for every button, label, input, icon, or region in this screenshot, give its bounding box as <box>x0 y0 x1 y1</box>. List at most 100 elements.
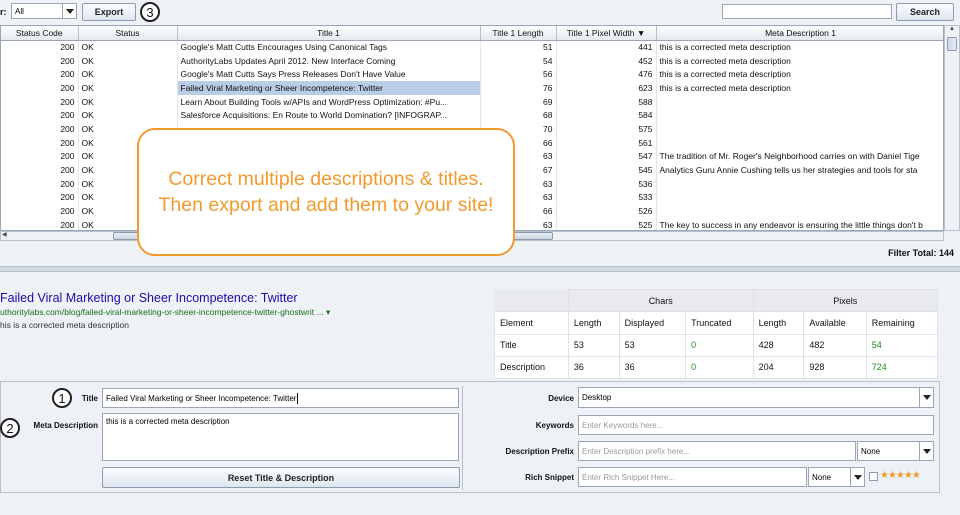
col-header-title-pixel-width[interactable]: Title 1 Pixel Width ▼ <box>556 26 657 41</box>
table-row[interactable]: 200 OK AuthorityLabs Updates April 2012. N… <box>1 53 943 68</box>
stats-cell: 724 <box>865 355 939 380</box>
table-cell-meta[interactable] <box>656 135 943 150</box>
table-cell-status[interactable]: OK <box>78 53 178 68</box>
table-cell-code[interactable]: 200 <box>1 53 79 68</box>
table-cell-code[interactable]: 200 <box>1 149 79 164</box>
table-cell-title[interactable]: Google's Matt Cutts Encourages Using Can… <box>177 40 481 54</box>
table-cell-meta[interactable] <box>656 190 943 205</box>
col-header-status[interactable]: Status <box>78 26 178 41</box>
col-header-title-length[interactable]: Title 1 Length <box>480 26 557 41</box>
table-cell-code[interactable]: 200 <box>1 81 79 95</box>
table-cell-len[interactable]: 76 <box>480 81 557 95</box>
table-row[interactable]: 200 OK Salesforce Acquisitions: En Route t… <box>1 108 943 123</box>
scroll-thumb[interactable] <box>947 37 957 51</box>
table-cell-code[interactable]: 200 <box>1 204 79 218</box>
table-row[interactable]: 200 OK Learn About Building Tools w/APIs a… <box>1 94 943 109</box>
table-cell-code[interactable]: 200 <box>1 108 79 123</box>
table-cell-code[interactable]: 200 <box>1 40 79 54</box>
vertical-scrollbar[interactable]: ▲ <box>944 25 960 231</box>
stats-header: Element <box>494 311 569 335</box>
table-cell-code[interactable]: 200 <box>1 190 79 205</box>
table-cell-meta[interactable]: The key to success in any endeavor is en… <box>656 217 943 230</box>
step-2-number: 2 <box>6 420 14 436</box>
table-cell-meta[interactable]: this is a corrected meta description <box>656 53 943 68</box>
filter-dropdown[interactable]: All <box>11 3 77 19</box>
table-cell-px[interactable]: 533 <box>556 190 657 205</box>
table-cell-px[interactable]: 452 <box>556 53 657 68</box>
table-cell-meta[interactable]: Analytics Guru Annie Cushing tells us he… <box>656 163 943 177</box>
star-rating-icon: ★★★★★ <box>880 470 921 481</box>
table-cell-len[interactable]: 56 <box>480 67 557 82</box>
table-cell-px[interactable]: 623 <box>556 81 657 95</box>
table-cell-title[interactable]: Salesforce Acquisitions: En Route to Wor… <box>177 108 481 123</box>
table-cell-title[interactable]: Failed Viral Marketing or Sheer Incompet… <box>177 81 481 95</box>
table-header-row: Status Code Status Title 1 Title 1 Lengt… <box>1 26 943 41</box>
table-row[interactable]: 200 OK Google's Matt Cutts Says Press Rele… <box>1 67 943 82</box>
table-cell-code[interactable]: 200 <box>1 135 79 150</box>
col-header-title[interactable]: Title 1 <box>177 26 481 41</box>
table-cell-code[interactable]: 200 <box>1 217 79 230</box>
keywords-input[interactable]: Enter Keywords here... <box>578 415 934 435</box>
col-header-meta-description[interactable]: Meta Description 1 <box>656 26 943 41</box>
table-cell-meta[interactable]: The tradition of Mr. Roger's Neighborhoo… <box>656 149 943 164</box>
title-input[interactable]: Failed Viral Marketing or Sheer Incompet… <box>102 388 459 408</box>
table-cell-code[interactable]: 200 <box>1 94 79 109</box>
table-cell-status[interactable]: OK <box>78 81 178 95</box>
table-cell-len[interactable]: 69 <box>480 94 557 109</box>
table-cell-px[interactable]: 547 <box>556 149 657 164</box>
table-cell-meta[interactable] <box>656 122 943 136</box>
scroll-left-arrow-icon[interactable]: ◀ <box>2 231 7 238</box>
table-cell-px[interactable]: 441 <box>556 40 657 54</box>
rich-snippet-checkbox[interactable] <box>869 472 878 481</box>
scroll-up-arrow-icon[interactable]: ▲ <box>945 26 959 36</box>
col-header-status-code[interactable]: Status Code <box>1 26 79 41</box>
table-cell-code[interactable]: 200 <box>1 176 79 191</box>
table-cell-meta[interactable] <box>656 176 943 191</box>
table-cell-px[interactable]: 536 <box>556 176 657 191</box>
meta-description-textarea[interactable]: this is a corrected meta description <box>102 413 459 461</box>
table-cell-px[interactable]: 588 <box>556 94 657 109</box>
step-2-marker: 2 <box>0 418 20 438</box>
table-row[interactable]: 200 OK Google's Matt Cutts Encourages Usin… <box>1 40 943 54</box>
table-cell-status[interactable]: OK <box>78 67 178 82</box>
table-cell-status[interactable]: OK <box>78 94 178 109</box>
table-cell-px[interactable]: 526 <box>556 204 657 218</box>
prefix-select[interactable]: None <box>857 441 934 461</box>
table-cell-code[interactable]: 200 <box>1 122 79 136</box>
table-cell-len[interactable]: 54 <box>480 53 557 68</box>
table-cell-meta[interactable] <box>656 108 943 123</box>
panel-separator[interactable] <box>0 266 960 272</box>
table-cell-status[interactable]: OK <box>78 40 178 54</box>
stats-cell: Title <box>494 333 569 357</box>
table-cell-title[interactable]: AuthorityLabs Updates April 2012. New In… <box>177 53 481 68</box>
table-cell-len[interactable]: 68 <box>480 108 557 123</box>
stats-header: Remaining <box>865 311 939 335</box>
table-cell-len[interactable]: 51 <box>480 40 557 54</box>
table-cell-status[interactable]: OK <box>78 108 178 123</box>
table-cell-meta[interactable]: this is a corrected meta description <box>656 81 943 95</box>
table-cell-meta[interactable]: this is a corrected meta description <box>656 67 943 82</box>
table-row[interactable]: 200 OK Failed Viral Marketing or Sheer Inc… <box>1 81 943 95</box>
table-cell-px[interactable]: 545 <box>556 163 657 177</box>
table-cell-px[interactable]: 575 <box>556 122 657 136</box>
table-cell-code[interactable]: 200 <box>1 67 79 82</box>
rich-snippet-input[interactable]: Enter Rich Snippet Here... <box>578 467 807 487</box>
table-cell-meta[interactable] <box>656 204 943 218</box>
search-button[interactable]: Search <box>896 3 954 21</box>
table-cell-title[interactable]: Learn About Building Tools w/APIs and Wo… <box>177 94 481 109</box>
table-cell-px[interactable]: 561 <box>556 135 657 150</box>
reset-title-description-button[interactable]: Reset Title & Description <box>102 467 460 488</box>
keywords-placeholder: Enter Keywords here... <box>582 420 664 430</box>
export-button[interactable]: Export <box>82 3 136 21</box>
table-cell-px[interactable]: 525 <box>556 217 657 230</box>
table-cell-meta[interactable]: this is a corrected meta description <box>656 40 943 54</box>
table-cell-code[interactable]: 200 <box>1 163 79 177</box>
rich-snippet-select[interactable]: None <box>808 467 865 487</box>
table-cell-title[interactable]: Google's Matt Cutts Says Press Releases … <box>177 67 481 82</box>
table-cell-px[interactable]: 476 <box>556 67 657 82</box>
table-cell-px[interactable]: 584 <box>556 108 657 123</box>
device-select[interactable]: Desktop <box>578 387 934 408</box>
description-prefix-input[interactable]: Enter Description prefix here... <box>578 441 856 461</box>
table-cell-meta[interactable] <box>656 94 943 109</box>
search-input[interactable] <box>722 4 892 19</box>
